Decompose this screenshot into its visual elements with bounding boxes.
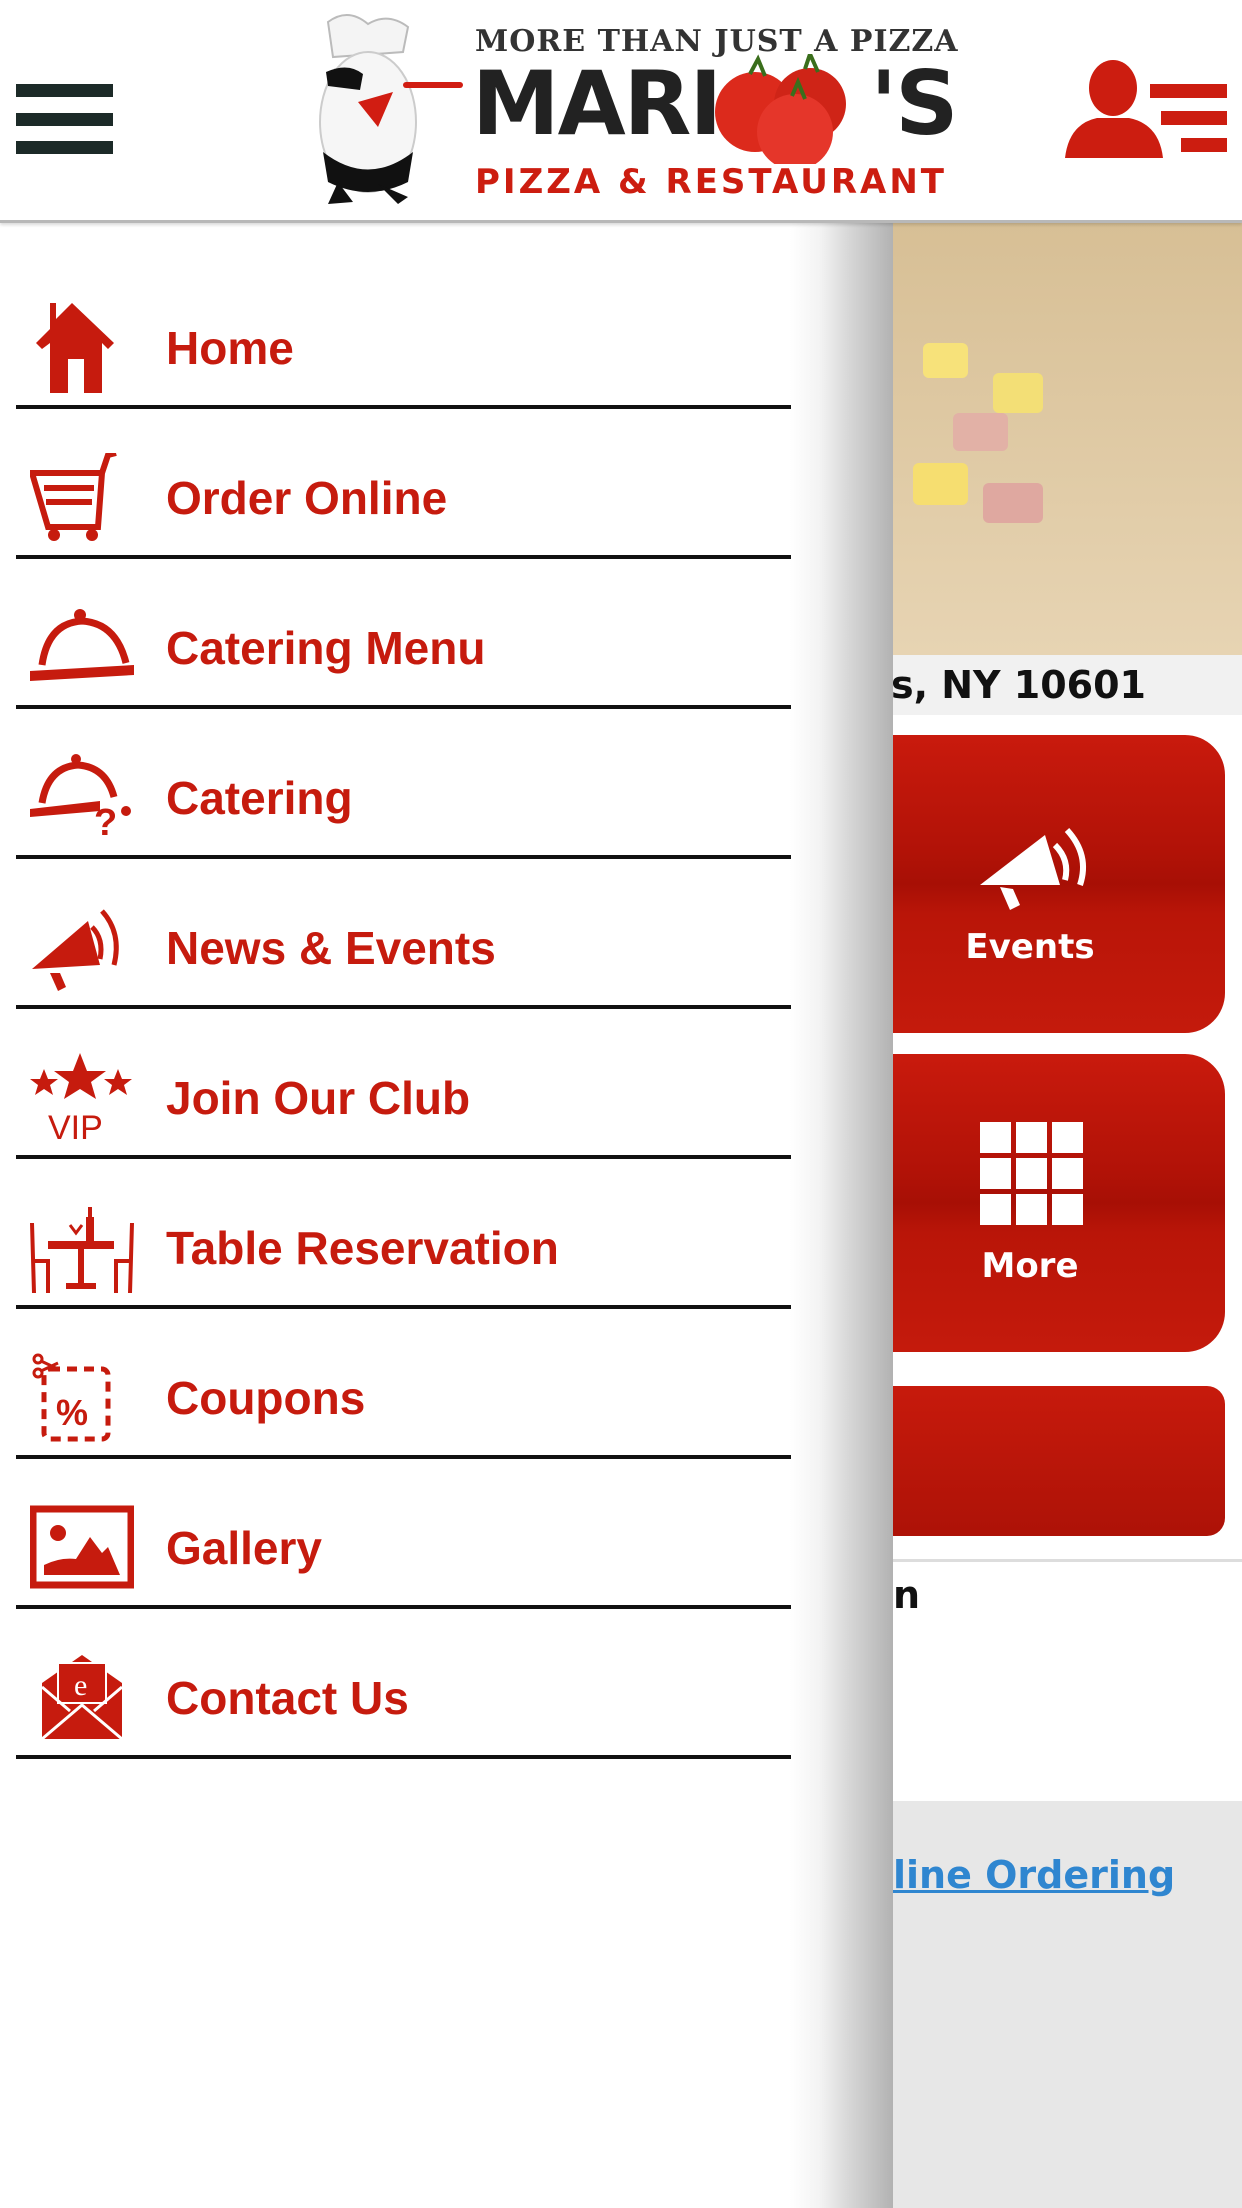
pineapple-topping bbox=[923, 343, 968, 378]
envelope-icon: e bbox=[30, 1653, 134, 1743]
menu-item-label: Catering bbox=[166, 772, 353, 824]
menu-item-label: Contact Us bbox=[166, 1672, 409, 1724]
hamburger-bar bbox=[16, 84, 113, 97]
address-text: ns, NY 10601 bbox=[863, 663, 1146, 707]
svg-text:VIP: VIP bbox=[48, 1109, 103, 1143]
logo-name-left: MARI bbox=[472, 52, 722, 155]
menu-item-label: Catering Menu bbox=[166, 622, 486, 674]
vip-stars-icon: VIP bbox=[30, 1053, 134, 1147]
megaphone-icon bbox=[980, 827, 1086, 910]
hamburger-bar bbox=[16, 113, 113, 126]
menu-item-table-reservation[interactable]: Table Reservation bbox=[16, 1159, 791, 1309]
menu-item-label: News & Events bbox=[166, 922, 496, 974]
coupon-icon: % bbox=[30, 1353, 134, 1443]
restaurant-logo[interactable]: MORE THAN JUST A PIZZA MARI 'S PIZZA & R… bbox=[300, 12, 959, 207]
svg-text:e: e bbox=[74, 1669, 87, 1702]
menu-item-label: Order Online bbox=[166, 472, 448, 524]
table-icon bbox=[30, 1203, 134, 1294]
svg-text:?: ? bbox=[94, 802, 117, 843]
menu-item-contact-us[interactable]: e Contact Us bbox=[16, 1609, 791, 1759]
grid-icon bbox=[980, 1122, 1083, 1225]
cloche-icon bbox=[30, 603, 134, 693]
chef-mascot-icon bbox=[319, 14, 463, 204]
hamburger-bar bbox=[16, 141, 113, 154]
hero-pizza-image bbox=[893, 223, 1242, 655]
logo-subtitle: PIZZA & RESTAURANT bbox=[475, 162, 947, 202]
drawer-menu: Home Order Online Catering Menu ? Cateri… bbox=[16, 259, 791, 1759]
menu-item-order-online[interactable]: Order Online bbox=[16, 409, 791, 559]
ham-topping bbox=[953, 413, 1008, 451]
ham-topping bbox=[983, 483, 1043, 523]
svg-text:%: % bbox=[56, 1392, 88, 1433]
cloche-question-icon: ? bbox=[30, 753, 134, 844]
menu-item-label: Coupons bbox=[166, 1372, 366, 1424]
more-tile-label: More bbox=[981, 1246, 1079, 1286]
menu-item-label: Table Reservation bbox=[166, 1222, 559, 1274]
shopping-cart-icon bbox=[27, 450, 134, 543]
menu-item-label: Join Our Club bbox=[166, 1072, 471, 1124]
section-divider bbox=[893, 1559, 1242, 1562]
menu-item-coupons[interactable]: % Coupons bbox=[16, 1309, 791, 1459]
hamburger-menu-button[interactable] bbox=[16, 84, 113, 154]
wide-action-tile[interactable] bbox=[880, 1386, 1225, 1536]
app-header: MORE THAN JUST A PIZZA MARI 'S PIZZA & R… bbox=[0, 0, 1242, 223]
events-tile[interactable]: Events bbox=[880, 735, 1225, 1033]
menu-item-catering[interactable]: ? Catering bbox=[16, 709, 791, 859]
menu-item-catering-menu[interactable]: Catering Menu bbox=[16, 559, 791, 709]
address-bar: ns, NY 10601 bbox=[864, 655, 1242, 715]
menu-item-label: Home bbox=[166, 322, 294, 374]
menu-item-join-club[interactable]: VIP Join Our Club bbox=[16, 1009, 791, 1159]
menu-item-news-events[interactable]: News & Events bbox=[16, 859, 791, 1009]
gallery-icon bbox=[29, 1503, 135, 1593]
menu-item-gallery[interactable]: Gallery bbox=[16, 1459, 791, 1609]
events-tile-label: Events bbox=[965, 927, 1095, 967]
online-ordering-link[interactable]: line Ordering bbox=[893, 1853, 1175, 1897]
megaphone-icon bbox=[30, 903, 134, 993]
logo-name: MARI 'S bbox=[472, 54, 959, 164]
logo-name-right: 'S bbox=[870, 52, 958, 155]
partial-heading: n bbox=[893, 1573, 921, 1617]
pineapple-topping bbox=[913, 463, 968, 505]
tomatoes-icon bbox=[715, 54, 870, 164]
more-tile[interactable]: More bbox=[880, 1054, 1225, 1352]
user-list-icon bbox=[1065, 60, 1227, 158]
user-menu-button[interactable] bbox=[1065, 58, 1227, 160]
pineapple-topping bbox=[993, 373, 1043, 413]
navigation-drawer: Home Order Online Catering Menu ? Cateri… bbox=[0, 223, 893, 2208]
home-icon bbox=[30, 303, 134, 393]
menu-item-label: Gallery bbox=[166, 1522, 322, 1574]
menu-item-home[interactable]: Home bbox=[16, 259, 791, 409]
